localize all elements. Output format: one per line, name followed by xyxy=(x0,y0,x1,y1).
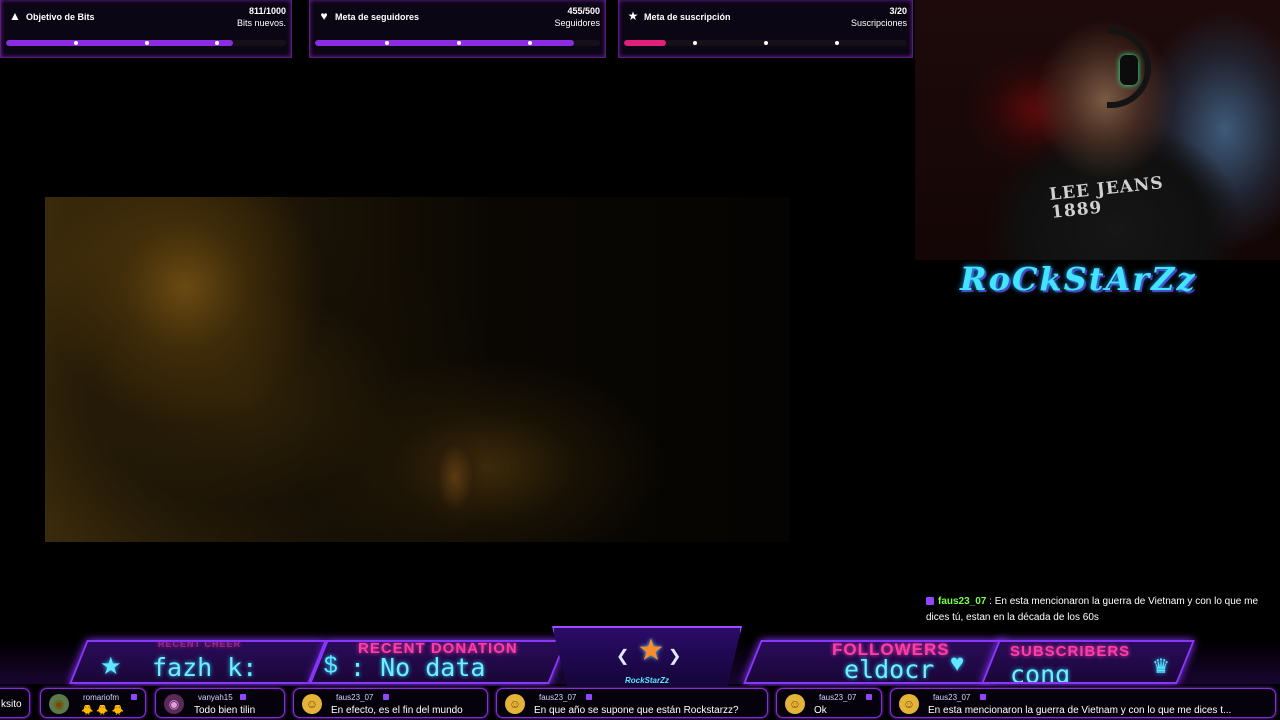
subs-goal: ★ Meta de suscripción 3/20 Suscripciones xyxy=(618,0,913,58)
goal-marker xyxy=(764,41,768,45)
goal-value: 455/500 xyxy=(567,6,600,16)
panel-value: cong xyxy=(1010,660,1071,684)
panel-value: : No data xyxy=(350,653,486,682)
avatar: ◉ xyxy=(49,694,69,714)
ticker-username: vanyah15 xyxy=(198,693,233,702)
ticker-username: faus23_07 xyxy=(336,693,374,702)
ticker-item: ◉ vanyah15 Todo bien tilin xyxy=(155,688,285,718)
goal-fill xyxy=(6,40,234,46)
ticker-username: romariofm xyxy=(83,693,120,702)
goal-unit: Bits nuevos. xyxy=(236,18,286,28)
game-character xyxy=(425,422,485,532)
followers-icon: ♥ xyxy=(320,9,328,23)
bits-goal: ▲ Objetivo de Bits 811/1000 Bits nuevos. xyxy=(0,0,292,58)
goal-fill xyxy=(315,40,575,46)
center-emblem: ❮ ★ ❯ RockStarZz xyxy=(552,626,742,688)
goal-value: 3/20 xyxy=(889,6,907,16)
chat-username: faus23_07 xyxy=(938,596,987,607)
star-icon: ★ xyxy=(100,653,122,680)
panel-label: SUBSCRIBERS xyxy=(1010,643,1131,660)
badge-icon xyxy=(240,694,246,700)
chat-separator: : xyxy=(986,596,995,607)
avatar: ☺ xyxy=(302,694,322,714)
ticker-item: ksito xyxy=(0,688,30,718)
bits-icon: ▲ xyxy=(9,9,21,23)
goal-marker xyxy=(835,41,839,45)
ticker-username: faus23_07 xyxy=(539,693,577,702)
avatar: ◉ xyxy=(164,694,184,714)
ticker-message: En esta mencionaron la guerra de Vietnam… xyxy=(928,705,1232,716)
wing-left-icon: ❮ xyxy=(616,648,630,665)
recent-cheer-panel: RECENT CHEER ★ fazh k: xyxy=(69,640,327,684)
panel-value: fazh k: xyxy=(152,653,258,682)
goal-unit: Seguidores xyxy=(554,18,600,28)
badge-icon xyxy=(866,694,872,700)
ticker-message: En efecto, es el fin del mundo xyxy=(331,705,463,716)
chat-ticker: ksito ◉ romariofm 🐥 🐥 🐥 ◉ vanyah15 Todo … xyxy=(0,686,1280,720)
goal-marker xyxy=(528,41,532,45)
ticker-message: Ok xyxy=(814,705,827,716)
avatar: ☺ xyxy=(505,694,525,714)
goal-value: 811/1000 xyxy=(248,6,286,16)
goal-marker xyxy=(215,41,219,45)
avatar: ☺ xyxy=(785,694,805,714)
star-emblem-icon: ★ xyxy=(637,634,665,667)
goal-marker xyxy=(457,41,461,45)
goal-title: Objetivo de Bits xyxy=(26,12,95,22)
goal-marker xyxy=(385,41,389,45)
followers-goal: ♥ Meta de seguidores 455/500 Seguidores xyxy=(309,0,606,58)
game-view xyxy=(45,197,790,542)
panel-label: RECENT CHEER xyxy=(158,640,242,649)
ticker-message: Todo bien tilin xyxy=(194,705,256,716)
badge-icon xyxy=(980,694,986,700)
badge-icon xyxy=(131,694,137,700)
ticker-item: ☺ faus23_07 En esta mencionaron la guerr… xyxy=(890,688,1276,718)
channel-logo: RoCkStArZz xyxy=(960,260,1197,298)
headphone-cup xyxy=(1120,55,1138,85)
goal-marker xyxy=(74,41,78,45)
recent-donation-panel: RECENT DONATION $ : No data xyxy=(309,640,567,684)
subscribers-panel: SUBSCRIBERS cong ♛ xyxy=(981,640,1195,684)
badge-icon xyxy=(383,694,389,700)
shirt-print: LEE JEANS 1889 xyxy=(1048,173,1165,223)
emblem-text: RockStarZz xyxy=(624,676,669,685)
ticker-username: faus23_07 xyxy=(819,693,857,702)
wing-right-icon: ❯ xyxy=(668,648,682,665)
ticker-username: faus23_07 xyxy=(933,693,971,702)
ticker-item: ◉ romariofm 🐥 🐥 🐥 xyxy=(40,688,146,718)
ticker-item: ☺ faus23_07 En que año se supone que est… xyxy=(496,688,768,718)
ticker-item: ☺ faus23_07 En efecto, es el fin del mun… xyxy=(293,688,488,718)
goal-title: Meta de suscripción xyxy=(644,12,731,22)
followers-panel: FOLLOWERS eldocr ♥ xyxy=(743,640,1007,684)
ticker-message: En que año se supone que están Rockstarz… xyxy=(534,705,739,716)
avatar: ☺ xyxy=(899,694,919,714)
webcam-feed: LEE JEANS 1889 xyxy=(915,0,1280,260)
heart-icon: ♥ xyxy=(950,650,965,677)
goal-marker xyxy=(145,41,149,45)
money-icon: $ xyxy=(324,652,338,679)
ticker-item: ☺ faus23_07 Ok xyxy=(776,688,882,718)
goal-marker xyxy=(693,41,697,45)
goal-fill xyxy=(624,40,667,46)
goal-title: Meta de seguidores xyxy=(335,12,420,22)
badge-icon xyxy=(926,597,934,605)
badge-icon xyxy=(586,694,592,700)
trophy-icon: ♛ xyxy=(1152,656,1170,678)
ticker-message: ksito xyxy=(1,699,22,710)
chat-overlay-message: faus23_07 : En esta mencionaron la guerr… xyxy=(926,594,1276,626)
panel-value: eldocr xyxy=(844,655,935,684)
ticker-message: 🐥 🐥 🐥 xyxy=(81,705,124,716)
goal-unit: Suscripciones xyxy=(850,18,907,28)
subs-icon: ★ xyxy=(627,9,639,23)
